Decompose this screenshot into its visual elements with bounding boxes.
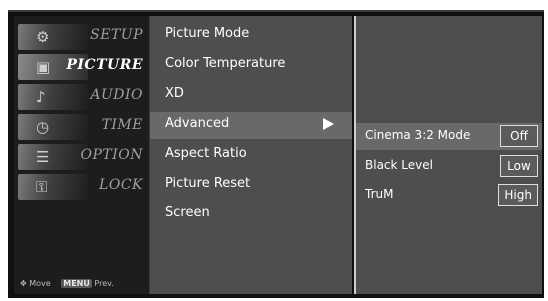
category-lock[interactable]: ⚿ LOCK xyxy=(14,172,149,201)
prev-label: Prev. xyxy=(94,279,114,288)
picture-glyph: ▣ xyxy=(36,58,51,76)
option-glyph: ☰ xyxy=(36,148,50,166)
option-icon: ☰ xyxy=(18,144,88,170)
category-label: TIME xyxy=(101,117,143,133)
menu-item-label: Picture Reset xyxy=(165,176,251,191)
setting-black-level[interactable]: Black Level Low xyxy=(356,153,542,180)
category-picture[interactable]: ▣ PICTURE xyxy=(14,52,149,81)
category-sidebar: ⚙ SETUP ▣ PICTURE ♪ AUDIO ◷ TIME ☰ OPTIO… xyxy=(14,16,150,294)
setting-cinema-3-2-mode[interactable]: Cinema 3:2 Mode Off xyxy=(356,123,542,150)
lock-glyph: ⚿ xyxy=(36,178,48,196)
menu-item-screen[interactable]: Screen xyxy=(150,201,352,228)
menu-item-xd[interactable]: XD xyxy=(150,82,352,109)
menu-item-label: XD xyxy=(165,86,184,101)
category-audio[interactable]: ♪ AUDIO xyxy=(14,82,149,111)
navigation-hint: ✥ Move MENU Prev. xyxy=(20,279,114,288)
advanced-submenu: Cinema 3:2 Mode Off Black Level Low TruM… xyxy=(354,16,542,294)
picture-submenu: Picture Mode Color Temperature XD Advanc… xyxy=(150,16,352,294)
setting-label: Black Level xyxy=(365,158,433,172)
category-setup[interactable]: ⚙ SETUP xyxy=(14,22,149,51)
setting-label: TruM xyxy=(365,187,394,201)
setting-trum[interactable]: TruM High xyxy=(356,182,542,209)
clock-icon: ◷ xyxy=(18,114,88,140)
move-icon: ✥ xyxy=(20,279,27,288)
setup-icon: ⚙ xyxy=(18,24,88,50)
menu-item-color-temperature[interactable]: Color Temperature xyxy=(150,52,352,79)
menu-item-label: Picture Mode xyxy=(165,26,250,41)
top-divider xyxy=(8,10,544,12)
setting-value[interactable]: Low xyxy=(500,155,538,177)
category-label: AUDIO xyxy=(90,87,143,103)
menu-item-advanced[interactable]: Advanced xyxy=(150,112,352,139)
tv-osd-menu: ⚙ SETUP ▣ PICTURE ♪ AUDIO ◷ TIME ☰ OPTIO… xyxy=(8,10,544,298)
menu-item-aspect-ratio[interactable]: Aspect Ratio xyxy=(150,142,352,169)
submenu-arrow-icon xyxy=(323,118,334,130)
audio-icon: ♪ xyxy=(18,84,88,110)
category-option[interactable]: ☰ OPTION xyxy=(14,142,149,171)
clock-glyph: ◷ xyxy=(36,118,50,136)
category-time[interactable]: ◷ TIME xyxy=(14,112,149,141)
setting-value[interactable]: Off xyxy=(500,125,538,147)
move-label: Move xyxy=(29,279,51,288)
category-label: OPTION xyxy=(80,147,143,163)
menu-item-picture-mode[interactable]: Picture Mode xyxy=(150,22,352,49)
category-label: SETUP xyxy=(90,27,143,43)
menu-item-label: Aspect Ratio xyxy=(165,146,247,161)
menu-key-badge: MENU xyxy=(61,279,92,288)
menu-item-label: Advanced xyxy=(165,116,230,131)
menu-item-label: Screen xyxy=(165,205,210,220)
category-label: LOCK xyxy=(99,177,143,193)
setup-glyph: ⚙ xyxy=(36,28,50,46)
setting-value[interactable]: High xyxy=(498,184,538,206)
lock-icon: ⚿ xyxy=(18,174,88,200)
setting-label: Cinema 3:2 Mode xyxy=(365,128,471,142)
category-label: PICTURE xyxy=(66,57,143,73)
menu-item-picture-reset[interactable]: Picture Reset xyxy=(150,172,352,199)
menu-item-label: Color Temperature xyxy=(165,56,286,71)
audio-glyph: ♪ xyxy=(36,88,46,106)
